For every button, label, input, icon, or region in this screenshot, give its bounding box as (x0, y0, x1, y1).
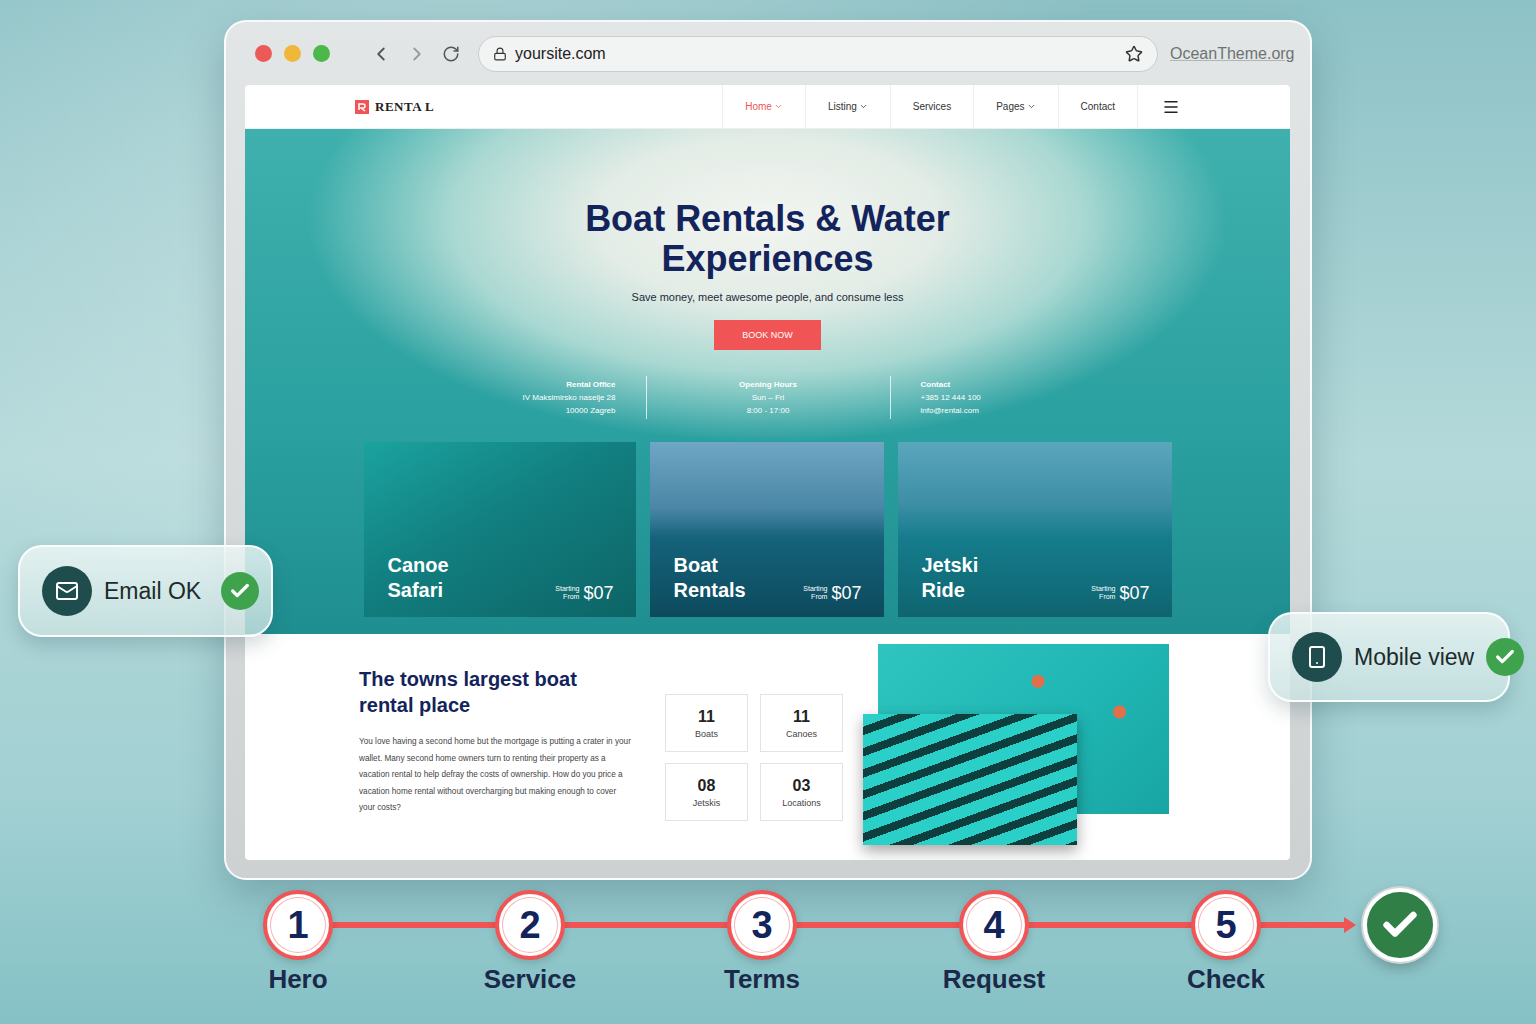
menu-button[interactable] (1137, 85, 1204, 128)
service-card[interactable]: BoatRentals StartingFrom$07 (650, 442, 884, 617)
service-card[interactable]: CanoeSafari StartingFrom$07 (364, 442, 636, 617)
service-cards: CanoeSafari StartingFrom$07 BoatRentals Sta… (364, 442, 1172, 617)
chevron-down-icon (859, 102, 868, 111)
nav-item[interactable]: Listing (805, 85, 890, 128)
close-button[interactable] (255, 45, 272, 62)
bookmark-star-icon[interactable] (1125, 45, 1143, 63)
browser-window: yoursite.com OceanTheme.org RENTA L HomeLis… (224, 20, 1312, 880)
url-text: yoursite.com (515, 45, 1117, 63)
step: 5 Check (1110, 890, 1342, 995)
step-label: Hero (268, 964, 327, 995)
hamburger-icon (1162, 98, 1180, 116)
nav-item[interactable]: Home (722, 85, 805, 128)
status-badge: Mobile view (1268, 612, 1510, 702)
step: 4 Request (878, 890, 1110, 995)
logo-icon (355, 100, 369, 114)
about-paragraph: You love having a second home but the mo… (359, 734, 631, 817)
stat-box: 03Locations (760, 763, 843, 821)
card-title: BoatRentals (674, 553, 746, 603)
step: 1 Hero (182, 890, 414, 995)
nav-item[interactable]: Services (890, 85, 973, 128)
check-icon (1494, 646, 1516, 668)
info-column: Opening HoursSun – Fri8:00 - 17:00 (646, 376, 890, 419)
steps-progress: 1 Hero 2 Service 3 Terms 4 Request 5 Check (182, 890, 1536, 995)
back-icon[interactable] (370, 43, 392, 65)
scene: yoursite.com OceanTheme.org RENTA L HomeLis… (0, 0, 1536, 1024)
watermark: OceanTheme.org (1170, 45, 1295, 63)
canoes-photo (863, 714, 1077, 845)
minimize-button[interactable] (284, 45, 301, 62)
status-badge: Email OK (18, 545, 273, 637)
step: 2 Service (414, 890, 646, 995)
lock-icon (493, 47, 507, 61)
book-now-button[interactable]: BOOK NOW (714, 320, 821, 350)
card-price: StartingFrom$07 (1091, 583, 1149, 603)
forward-icon[interactable] (406, 43, 428, 65)
check-badge (1486, 638, 1524, 676)
site-navbar: RENTA L HomeListingServicesPagesContact (245, 85, 1290, 129)
info-row: Rental OfficeIV Maksimirsko naselje 2810… (476, 376, 1060, 419)
hero-subtitle: Save money, meet awesome people, and con… (632, 291, 904, 303)
badge-label: Email OK (104, 578, 209, 605)
photo-group (863, 644, 1169, 846)
step-number: 5 (1191, 890, 1261, 960)
card-title: JetskiRide (922, 553, 979, 603)
card-price: StartingFrom$07 (803, 583, 861, 603)
finish-step (1342, 890, 1458, 995)
step-label: Terms (724, 964, 800, 995)
maximize-button[interactable] (313, 45, 330, 62)
browser-toolbar: yoursite.com OceanTheme.org (226, 22, 1310, 85)
stat-box: 11Canoes (760, 694, 843, 752)
address-bar[interactable]: yoursite.com (478, 36, 1158, 72)
phone-icon (1305, 645, 1329, 669)
stats-grid: 11Boats11Canoes08Jetskis03Locations (665, 634, 843, 860)
check-icon (1380, 905, 1420, 945)
badge-label: Mobile view (1354, 644, 1474, 671)
step-number: 2 (495, 890, 565, 960)
nav-item[interactable]: Pages (973, 85, 1057, 128)
check-badge (221, 572, 259, 610)
navigation-buttons (370, 43, 460, 65)
mail-icon (55, 579, 79, 603)
hero-title: Boat Rentals & WaterExperiences (585, 199, 950, 279)
info-column: Rental OfficeIV Maksimirsko naselje 2810… (476, 376, 646, 419)
check-icon (229, 580, 251, 602)
reload-icon[interactable] (442, 45, 460, 63)
web-page: RENTA LHomeListingServicesPagesContactBo… (245, 85, 1290, 860)
step-label: Request (943, 964, 1046, 995)
info-column: Contact+385 12 444 100info@rental.com (890, 376, 1060, 419)
stat-box: 08Jetskis (665, 763, 748, 821)
step-number: 4 (959, 890, 1029, 960)
about-section: The towns largest boat rental place You l… (245, 634, 1290, 860)
chevron-down-icon (774, 102, 783, 111)
chevron-down-icon (1027, 102, 1036, 111)
arrow-icon (1344, 917, 1356, 933)
step-number: 3 (727, 890, 797, 960)
step-label: Service (484, 964, 577, 995)
about-heading: The towns largest boat rental place (359, 666, 619, 718)
finish-check (1363, 888, 1437, 962)
nav-item[interactable]: Contact (1058, 85, 1137, 128)
site-logo[interactable]: RENTA L (355, 85, 434, 128)
step-number: 1 (263, 890, 333, 960)
stat-box: 11Boats (665, 694, 748, 752)
service-card[interactable]: JetskiRide StartingFrom$07 (898, 442, 1172, 617)
card-title: CanoeSafari (388, 553, 449, 603)
card-price: StartingFrom$07 (555, 583, 613, 603)
hero: Boat Rentals & WaterExperiences Save mone… (245, 129, 1290, 634)
step-label: Check (1187, 964, 1265, 995)
step: 3 Terms (646, 890, 878, 995)
